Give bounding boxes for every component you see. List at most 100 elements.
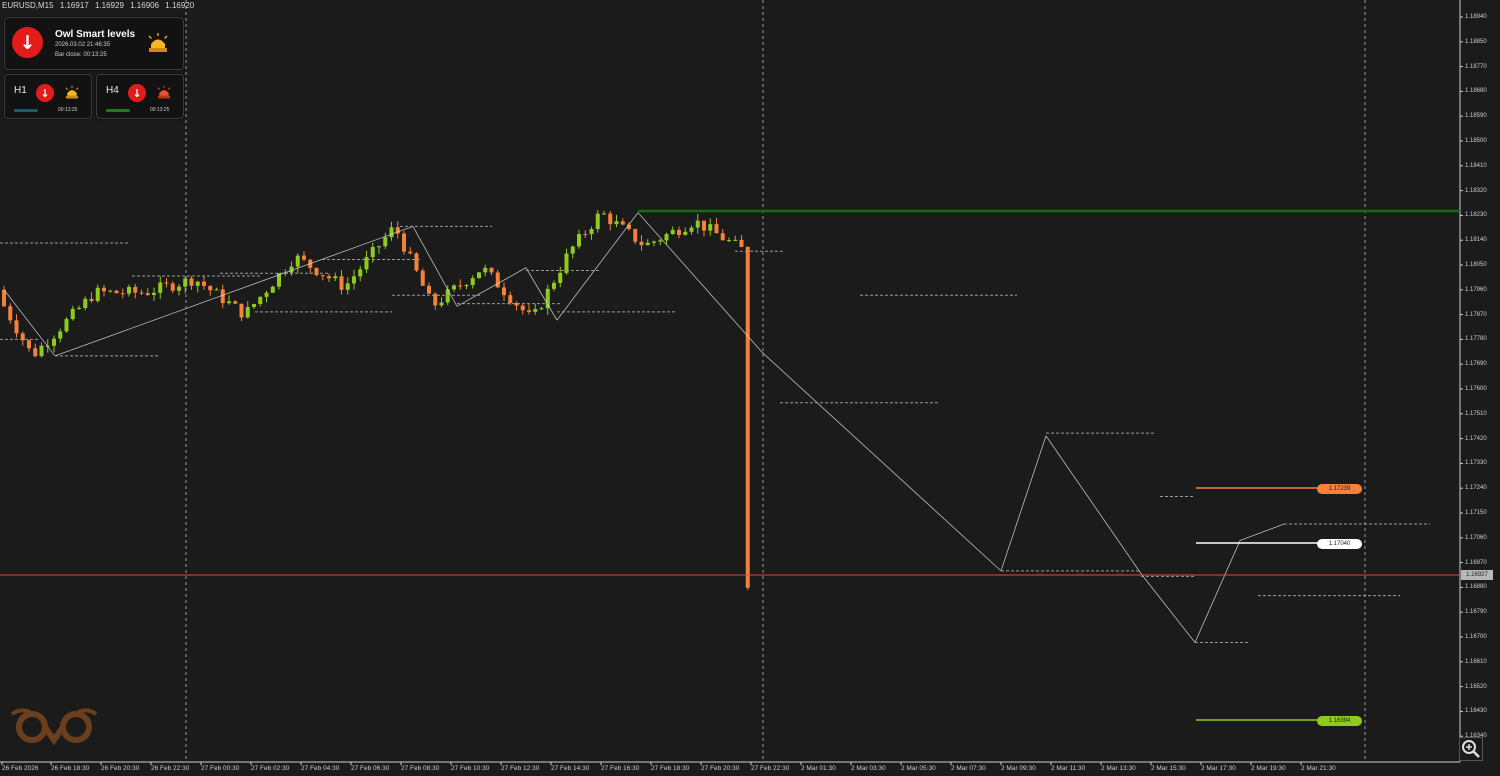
price-axis-label: 1.18230 <box>1465 212 1487 219</box>
bear-candle <box>427 285 431 294</box>
time-axis-label: 2 Mar 11:30 <box>1051 765 1086 772</box>
zoom-icon[interactable] <box>1459 737 1483 761</box>
zigzag-line <box>637 212 764 354</box>
price-axis-label: 1.17330 <box>1465 460 1487 467</box>
bear-candle <box>339 276 344 290</box>
zigzag-line <box>1000 435 1047 571</box>
bull-candle <box>683 231 688 235</box>
chart-area[interactable]: EURUSD,M15 1.16917 1.16929 1.16906 1.169… <box>0 0 1500 776</box>
price-axis-label: 1.18050 <box>1465 262 1487 268</box>
bear-candle <box>327 276 331 279</box>
bear-candle <box>27 340 31 349</box>
time-axis-label: 2 Mar 13:30 <box>1101 765 1136 772</box>
bull-candle <box>270 286 275 293</box>
alarm-light-icon <box>65 85 79 99</box>
price-axis-label: 1.18140 <box>1465 237 1487 244</box>
bear-candle <box>520 305 525 311</box>
time-axis-label: 27 Feb 18:30 <box>651 765 690 772</box>
bull-candle <box>533 309 538 312</box>
time-axis-label: 26 Feb 22:30 <box>151 765 190 772</box>
bear-candle <box>145 293 150 295</box>
bull-candle <box>477 272 481 279</box>
bull-candle <box>689 227 694 232</box>
high-price: 1.16929 <box>94 1 124 10</box>
bull-candle <box>370 247 375 258</box>
bear-candle <box>164 282 169 284</box>
bear-candle <box>202 281 206 286</box>
open-price: 1.16917 <box>59 1 89 10</box>
price-axis-label: 1.17420 <box>1465 435 1487 442</box>
owl-smart-levels-panel[interactable]: ↓ Owl Smart levels 2026.03.02 21:46:35 B… <box>4 17 184 70</box>
bear-candle <box>189 278 194 286</box>
h4-timer: 00:13:25 <box>150 107 170 113</box>
bear-candle <box>402 233 406 252</box>
bull-candle <box>252 303 256 308</box>
time-axis-label: 2 Mar 01:30 <box>801 765 836 772</box>
time-axis-label: 2 Mar 09:30 <box>1001 765 1036 772</box>
bull-candle <box>695 220 700 228</box>
time-axis-label: 27 Feb 10:30 <box>451 765 490 772</box>
zigzag-line <box>762 352 1002 572</box>
bull-candle <box>70 308 75 320</box>
h1-timeframe-panel[interactable]: H1 ↓ 00:13:25 <box>4 74 92 119</box>
bear-candle <box>170 283 175 291</box>
price-axis-label: 1.16610 <box>1465 658 1487 665</box>
indicator-datetime: 2026.03.02 21:46:35 <box>55 42 111 48</box>
bear-candle <box>720 233 725 241</box>
bull-candle <box>645 242 650 246</box>
bull-candle <box>708 224 713 231</box>
bull-candle <box>614 221 619 225</box>
bull-candle <box>245 307 250 318</box>
bull-candle <box>602 213 606 215</box>
time-axis-label: 27 Feb 20:30 <box>701 765 740 772</box>
time-axis-label: 27 Feb 04:30 <box>301 765 340 772</box>
down-arrow-icon: ↓ <box>12 27 43 58</box>
bull-candle <box>552 282 556 289</box>
bear-candle <box>745 247 750 588</box>
price-axis-label: 1.17870 <box>1465 311 1487 318</box>
bear-candle <box>8 306 13 321</box>
bull-candle <box>464 285 469 287</box>
bear-candle <box>33 348 38 357</box>
bull-candle <box>545 288 550 309</box>
price-axis-label: 1.18770 <box>1465 63 1487 70</box>
bear-candle <box>133 286 138 293</box>
price-axis-label: 1.17600 <box>1465 386 1487 392</box>
time-axis-label: 2 Mar 07:30 <box>951 765 986 772</box>
bull-candle <box>58 331 63 339</box>
owl-logo-icon <box>10 708 98 746</box>
bull-candle <box>595 213 600 230</box>
symbol-label: EURUSD,M15 <box>2 1 54 10</box>
bear-candle <box>677 229 681 235</box>
close-price: 1.16920 <box>165 1 195 10</box>
bull-candle <box>83 298 88 308</box>
time-axis-label: 27 Feb 00:30 <box>201 765 240 772</box>
bear-candle <box>302 255 306 260</box>
bull-candle <box>589 229 594 235</box>
current-price-tag: 1.16927 <box>1461 570 1493 580</box>
bear-candle <box>739 239 744 248</box>
bull-candle <box>452 285 456 290</box>
bear-candle <box>502 287 506 296</box>
zigzag-line <box>525 267 558 321</box>
bear-candle <box>608 213 613 225</box>
bull-candle <box>195 281 200 286</box>
price-axis-label: 1.16430 <box>1465 708 1487 715</box>
bear-candle <box>239 303 244 318</box>
price-axis-label: 1.17060 <box>1465 534 1487 541</box>
bull-candle <box>377 246 381 248</box>
bear-candle <box>114 290 119 294</box>
green-level-tag: 1.16394 <box>1317 716 1362 726</box>
bear-candle <box>320 275 325 277</box>
bear-candle <box>14 320 19 334</box>
price-axis-label: 1.17690 <box>1465 361 1487 368</box>
zigzag-line <box>1140 573 1196 643</box>
bull-candle <box>470 278 475 286</box>
bull-candle <box>383 237 388 247</box>
price-axis-label: 1.18320 <box>1465 187 1487 194</box>
h4-timeframe-panel[interactable]: H4 ↓ 00:13:25 <box>96 74 184 119</box>
bear-candle <box>208 285 213 291</box>
bull-candle <box>664 234 669 241</box>
price-chart[interactable] <box>0 0 1500 776</box>
price-axis-label: 1.17780 <box>1465 336 1487 343</box>
